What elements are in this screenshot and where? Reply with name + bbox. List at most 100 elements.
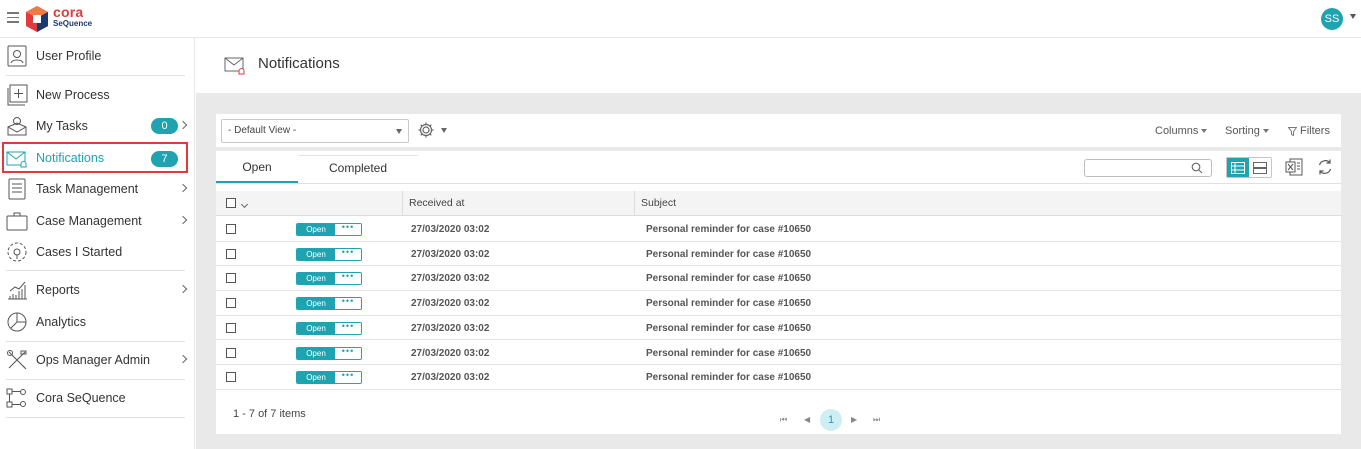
notifications-page-icon (224, 57, 245, 75)
table-row[interactable]: Open ••• 27/03/2020 03:02 Personal remind… (216, 315, 1341, 341)
sidebar-item-new-process[interactable]: New Process (6, 80, 186, 110)
tab-open[interactable]: Open (216, 155, 298, 183)
select-all-checkbox[interactable] (226, 198, 236, 208)
first-page-icon[interactable]: ⏮ (780, 415, 787, 425)
sidebar-item-label: My Tasks (36, 119, 88, 133)
status-label: Open (297, 372, 335, 384)
subject-cell[interactable]: Personal reminder for case #10650 (646, 217, 811, 242)
status-badge[interactable]: Open ••• (296, 272, 362, 286)
select-menu-caret-icon[interactable] (240, 200, 249, 209)
sidebar-item-notifications[interactable]: Notifications 7 (2, 142, 188, 173)
notifications-count-badge: 7 (151, 151, 178, 167)
table-row[interactable]: Open ••• 27/03/2020 03:02 Personal remind… (216, 291, 1341, 316)
sidebar-item-label: User Profile (36, 49, 102, 63)
list-view-button[interactable] (1227, 158, 1250, 177)
sidebar-divider (6, 417, 185, 418)
sidebar-item-label: Ops Manager Admin (36, 353, 150, 367)
chevron-right-icon (178, 215, 188, 225)
main-content: Notifications - Default View - Columns S… (196, 38, 1361, 449)
sidebar-item-cases-i-started[interactable]: Cases I Started (6, 237, 186, 267)
grid-toolbar: - Default View - Columns Sorting Filters (216, 114, 1341, 147)
received-at-cell: 27/03/2020 03:02 (411, 273, 490, 285)
subject-cell[interactable]: Personal reminder for case #10650 (646, 341, 811, 366)
row-actions-button[interactable]: ••• (335, 248, 361, 260)
row-actions-button[interactable]: ••• (335, 372, 361, 384)
column-header-subject[interactable]: Subject (641, 191, 676, 216)
excel-export-icon[interactable] (1285, 158, 1303, 176)
last-page-icon[interactable]: ⏭ (873, 415, 880, 425)
table-row[interactable]: Open ••• 27/03/2020 03:02 Personal remind… (216, 266, 1341, 292)
sidebar-item-reports[interactable]: Reports (6, 275, 188, 305)
sidebar-item-label: Cases I Started (36, 245, 123, 259)
row-checkbox[interactable] (226, 273, 236, 284)
row-checkbox[interactable] (226, 372, 236, 383)
next-page-icon[interactable]: ▶ (851, 415, 857, 424)
settings-caret-icon[interactable] (441, 128, 447, 133)
gear-icon[interactable] (417, 121, 435, 139)
view-select[interactable]: - Default View - (221, 119, 409, 143)
status-badge[interactable]: Open ••• (296, 371, 362, 385)
sidebar-item-label: New Process (36, 88, 110, 102)
row-checkbox[interactable] (226, 248, 236, 259)
sidebar-item-my-tasks[interactable]: My Tasks 0 (6, 111, 188, 141)
row-actions-button[interactable]: ••• (335, 298, 361, 310)
status-badge[interactable]: Open ••• (296, 223, 362, 236)
tab-completed[interactable]: Completed (298, 155, 418, 183)
status-badge[interactable]: Open ••• (296, 321, 362, 335)
brand-line1: cora (53, 4, 84, 20)
search-icon[interactable] (1191, 162, 1203, 174)
card-view-icon (1253, 161, 1268, 174)
sidebar-item-user-profile[interactable]: User Profile (6, 41, 186, 71)
status-badge[interactable]: Open ••• (296, 297, 362, 311)
sidebar-item-label: Task Management (36, 182, 139, 196)
row-checkbox[interactable] (226, 322, 236, 333)
sidebar-item-case-management[interactable]: Case Management (6, 206, 188, 236)
filters-button[interactable]: Filters (1287, 125, 1330, 137)
previous-page-icon[interactable]: ◀ (804, 415, 810, 424)
row-actions-button[interactable]: ••• (335, 224, 361, 235)
card-view-button[interactable] (1249, 158, 1271, 177)
list-view-icon (1231, 161, 1246, 174)
sidebar-item-analytics[interactable]: Analytics (6, 307, 186, 337)
row-actions-button[interactable]: ••• (335, 322, 361, 334)
received-at-cell: 27/03/2020 03:02 (411, 322, 490, 334)
sidebar-item-label: Reports (36, 283, 80, 297)
user-menu-caret-icon[interactable] (1350, 14, 1356, 19)
status-badge[interactable]: Open ••• (296, 247, 362, 261)
row-checkbox[interactable] (226, 347, 236, 358)
sidebar-divider (6, 270, 185, 271)
status-label: Open (297, 322, 335, 334)
notifications-icon (6, 151, 27, 168)
subject-cell[interactable]: Personal reminder for case #10650 (646, 365, 811, 390)
subject-cell[interactable]: Personal reminder for case #10650 (646, 316, 811, 341)
sidebar-item-cora-sequence[interactable]: Cora SeQuence (6, 383, 186, 413)
row-actions-button[interactable]: ••• (335, 347, 361, 359)
table-row[interactable]: Open ••• 27/03/2020 03:02 Personal remind… (216, 241, 1341, 267)
row-actions-button[interactable]: ••• (335, 273, 361, 285)
table-row[interactable]: Open ••• 27/03/2020 03:02 Personal remind… (216, 217, 1341, 242)
status-badge[interactable]: Open ••• (296, 346, 362, 360)
row-checkbox[interactable] (226, 224, 236, 234)
notifications-grid-panel: Open Completed Received at Subject Open … (216, 151, 1341, 434)
refresh-icon[interactable] (1316, 158, 1334, 176)
case-management-icon (6, 212, 28, 231)
row-checkbox[interactable] (226, 298, 236, 309)
received-at-cell: 27/03/2020 03:02 (411, 372, 490, 384)
hamburger-menu-icon[interactable] (7, 12, 19, 23)
current-page-button[interactable]: 1 (820, 409, 842, 431)
columns-button[interactable]: Columns (1155, 125, 1208, 137)
subject-cell[interactable]: Personal reminder for case #10650 (646, 242, 811, 267)
status-label: Open (297, 273, 335, 285)
column-divider (402, 191, 403, 216)
subject-cell[interactable]: Personal reminder for case #10650 (646, 291, 811, 316)
table-row[interactable]: Open ••• 27/03/2020 03:02 Personal remind… (216, 365, 1341, 390)
column-header-received-at[interactable]: Received at (409, 191, 464, 216)
sidebar-item-ops-manager-admin[interactable]: Ops Manager Admin (6, 345, 188, 375)
sidebar-item-task-management[interactable]: Task Management (6, 174, 188, 204)
user-avatar[interactable]: SS (1321, 8, 1343, 30)
table-row[interactable]: Open ••• 27/03/2020 03:02 Personal remind… (216, 340, 1341, 366)
sorting-button[interactable]: Sorting (1225, 125, 1269, 137)
status-label: Open (297, 224, 335, 235)
columns-label: Columns (1155, 125, 1199, 137)
subject-cell[interactable]: Personal reminder for case #10650 (646, 266, 811, 291)
